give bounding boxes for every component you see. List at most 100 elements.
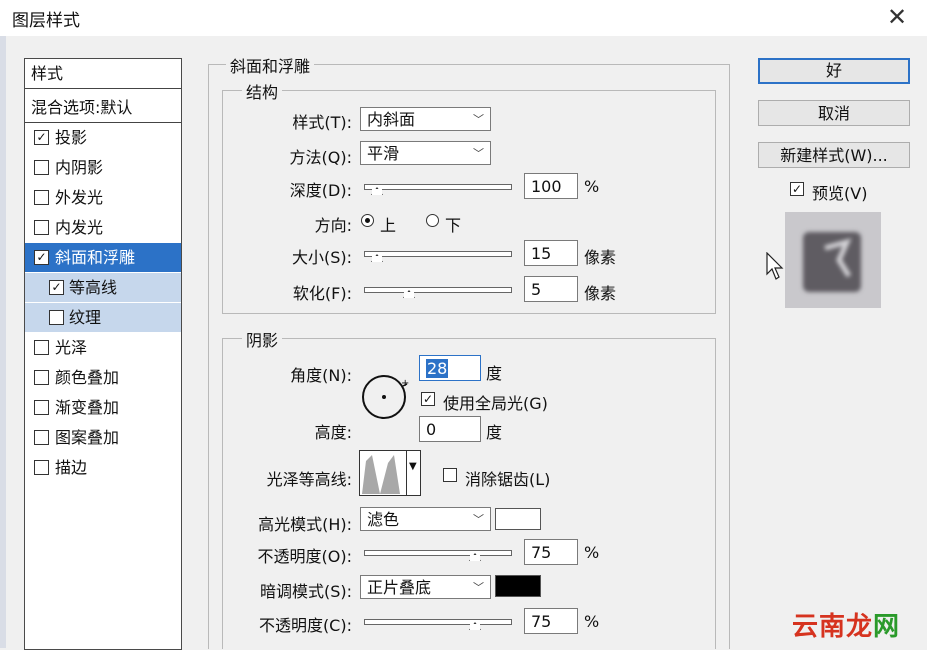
global-light-checkbox[interactable]: ✓ <box>421 392 435 406</box>
checkbox[interactable] <box>49 310 64 325</box>
soften-input[interactable]: 5 <box>524 276 578 302</box>
style-item-gradient-overlay[interactable]: 渐变叠加 <box>25 393 181 422</box>
shadow-opacity-label: 不透明度(C): <box>258 616 352 635</box>
shadow-opacity-slider[interactable] <box>364 619 512 625</box>
preview-label: 预览(V) <box>812 184 868 203</box>
styles-header[interactable]: 样式 <box>25 59 181 88</box>
checkbox[interactable] <box>34 160 49 175</box>
style-item-bevel-emboss[interactable]: ✓ 斜面和浮雕 <box>25 243 181 272</box>
shadow-color-swatch[interactable] <box>495 575 541 597</box>
style-item-outer-glow[interactable]: 外发光 <box>25 183 181 212</box>
size-unit: 像素 <box>584 248 617 267</box>
checkbox[interactable]: ✓ <box>34 130 49 145</box>
soften-unit: 像素 <box>584 284 617 303</box>
style-item-inner-shadow[interactable]: 内阴影 <box>25 153 181 182</box>
highlight-opacity-thumb[interactable] <box>469 553 481 561</box>
anti-alias-checkbox[interactable] <box>443 468 457 482</box>
style-item-stroke[interactable]: 描边 <box>25 453 181 482</box>
style-item-pattern-overlay[interactable]: 图案叠加 <box>25 423 181 452</box>
checkbox[interactable] <box>34 340 49 355</box>
soften-slider[interactable] <box>364 287 512 293</box>
cursor-arrow-icon <box>766 252 784 280</box>
highlight-opacity-slider[interactable] <box>364 550 512 556</box>
style-label: 样式(T): <box>292 113 352 132</box>
depth-input[interactable]: 100 <box>524 173 578 199</box>
title-bar <box>0 0 927 36</box>
cancel-button[interactable]: 取消 <box>758 100 910 126</box>
angle-input[interactable]: 28 <box>419 355 481 381</box>
chevron-down-icon: ﹀ <box>473 113 484 126</box>
angle-label: 角度(N): <box>290 366 352 385</box>
close-icon[interactable]: ✕ <box>887 3 907 31</box>
technique-dropdown[interactable]: 平滑 ﹀ <box>360 141 491 165</box>
style-item-drop-shadow[interactable]: ✓ 投影 <box>25 123 181 152</box>
checkbox[interactable] <box>34 430 49 445</box>
blend-options-item[interactable]: 混合选项:默认 <box>25 93 181 122</box>
svg-text:+: + <box>401 378 409 389</box>
gloss-contour-picker[interactable]: ▼ <box>359 450 421 496</box>
angle-dial-icon[interactable]: + <box>357 370 413 422</box>
highlight-color-swatch[interactable] <box>495 508 541 530</box>
global-light-label: 使用全局光(G) <box>443 394 548 413</box>
chevron-down-icon: ﹀ <box>473 581 484 594</box>
anti-alias-label: 消除锯齿(L) <box>465 470 551 489</box>
technique-label: 方法(Q): <box>289 148 352 167</box>
depth-slider-thumb[interactable] <box>371 187 383 195</box>
contour-curve-icon <box>362 455 400 494</box>
highlight-opacity-label: 不透明度(O): <box>257 547 352 566</box>
depth-slider[interactable] <box>364 184 512 190</box>
size-slider-thumb[interactable] <box>371 254 383 262</box>
watermark-logo: 云南龙网 <box>792 612 901 642</box>
highlight-mode-label: 高光模式(H): <box>258 515 352 534</box>
style-item-contour[interactable]: ✓ 等高线 <box>25 273 181 302</box>
soften-label: 软化(F): <box>292 284 352 303</box>
checkbox[interactable]: ✓ <box>34 250 49 265</box>
altitude-label: 高度: <box>314 423 352 442</box>
size-input[interactable]: 15 <box>524 240 578 266</box>
shadow-mode-label: 暗调模式(S): <box>259 582 352 601</box>
checkbox[interactable] <box>34 190 49 205</box>
structure-title: 结构 <box>242 79 283 103</box>
depth-unit: % <box>584 177 600 196</box>
checkbox[interactable] <box>34 220 49 235</box>
new-style-button[interactable]: 新建样式(W)... <box>758 142 910 168</box>
shadow-opacity-unit: % <box>584 612 600 631</box>
style-item-texture[interactable]: 纹理 <box>25 303 181 332</box>
shading-title: 阴影 <box>242 327 283 351</box>
style-item-inner-glow[interactable]: 内发光 <box>25 213 181 242</box>
angle-unit: 度 <box>486 364 503 383</box>
checkbox[interactable] <box>34 400 49 415</box>
chevron-down-icon: ﹀ <box>473 513 484 526</box>
checkbox[interactable]: ✓ <box>49 280 64 295</box>
direction-down-label: 下 <box>445 216 462 235</box>
size-label: 大小(S): <box>291 248 352 267</box>
gloss-contour-label: 光泽等高线: <box>266 470 352 489</box>
checkbox[interactable] <box>34 370 49 385</box>
preview-checkbox[interactable]: ✓ <box>790 182 804 196</box>
shadow-opacity-thumb[interactable] <box>469 622 481 630</box>
highlight-mode-dropdown[interactable]: 滤色 ﹀ <box>360 507 491 531</box>
window-title: 图层样式 <box>12 11 80 31</box>
styles-list: 样式 混合选项:默认 ✓ 投影 内阴影 外发光 内发光 ✓ 斜面和浮雕 ✓ 等高线 纹… <box>24 58 182 650</box>
shadow-mode-dropdown[interactable]: 正片叠底 ﹀ <box>360 575 491 599</box>
highlight-opacity-input[interactable]: 75 <box>524 539 578 565</box>
chevron-down-icon: ﹀ <box>473 147 484 160</box>
style-item-color-overlay[interactable]: 颜色叠加 <box>25 363 181 392</box>
style-item-satin[interactable]: 光泽 <box>25 333 181 362</box>
altitude-input[interactable]: 0 <box>419 416 481 442</box>
checkbox[interactable] <box>34 460 49 475</box>
section-title: 斜面和浮雕 <box>226 53 315 77</box>
direction-label: 方向: <box>314 216 352 235</box>
altitude-unit: 度 <box>486 423 503 442</box>
direction-up-radio[interactable] <box>361 214 374 227</box>
highlight-opacity-unit: % <box>584 543 600 562</box>
preview-swatch-image <box>803 232 861 292</box>
shadow-opacity-input[interactable]: 75 <box>524 608 578 634</box>
size-slider[interactable] <box>364 251 512 257</box>
soften-slider-thumb[interactable] <box>403 290 415 298</box>
ok-button[interactable]: 好 <box>758 58 910 84</box>
style-dropdown[interactable]: 内斜面 ﹀ <box>360 107 491 131</box>
direction-up-label: 上 <box>380 216 397 235</box>
caret-down-icon: ▼ <box>409 461 417 472</box>
direction-down-radio[interactable] <box>426 214 439 227</box>
